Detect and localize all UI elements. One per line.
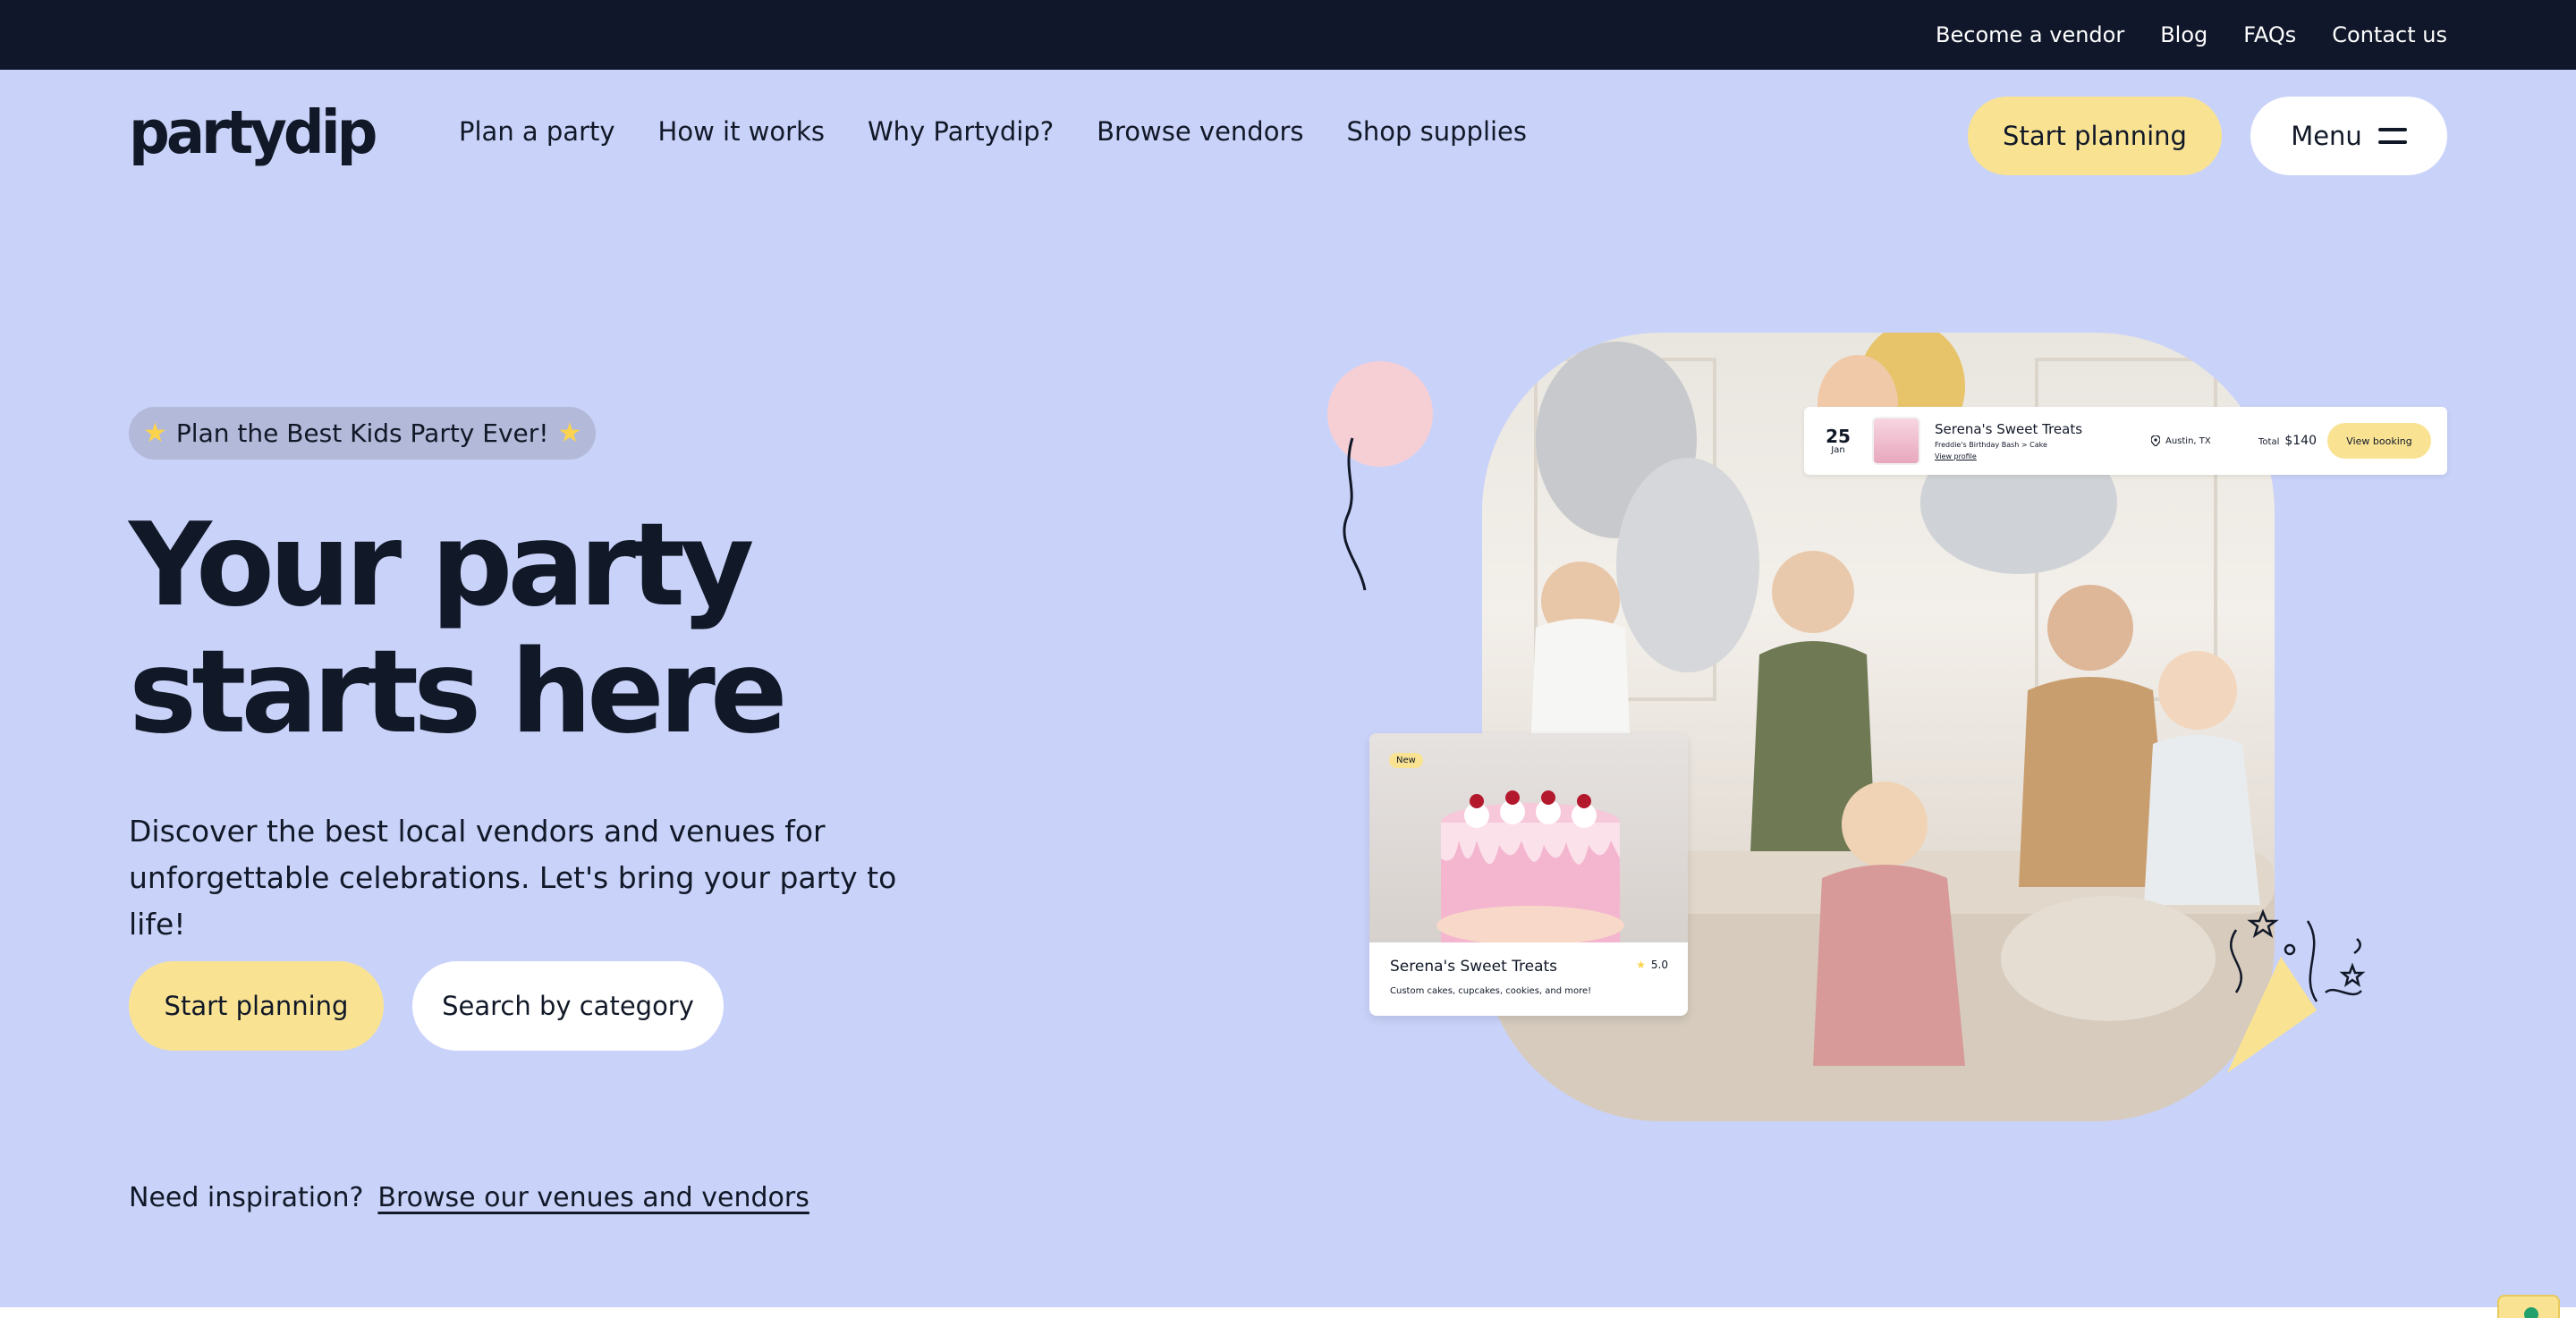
nav-browse-vendors[interactable]: Browse vendors xyxy=(1097,116,1303,147)
nav-why-partydip[interactable]: Why Partydip? xyxy=(868,116,1054,147)
menu-button[interactable]: Menu xyxy=(2250,97,2447,175)
new-badge: New xyxy=(1389,753,1423,768)
booking-day: 25 xyxy=(1826,425,1851,447)
main-nav: Plan a party How it works Why Partydip? … xyxy=(459,116,1527,147)
nav-plan-a-party[interactable]: Plan a party xyxy=(459,116,615,147)
view-profile-link[interactable]: View profile xyxy=(1935,452,2131,460)
contact-link[interactable]: Contact us xyxy=(2332,22,2447,47)
booking-total: Total $140 xyxy=(2258,434,2317,448)
faqs-link[interactable]: FAQs xyxy=(2243,22,2296,47)
chat-widget-icon[interactable] xyxy=(2497,1295,2560,1318)
vendor-description: Custom cakes, cupcakes, cookies, and mor… xyxy=(1390,986,1592,996)
booking-event: Freddie's Birthday Bash > Cake xyxy=(1935,441,2047,449)
hamburger-icon xyxy=(2377,128,2407,144)
utility-links: Become a vendor Blog FAQs Contact us xyxy=(1936,0,2447,70)
cake-thumbnail xyxy=(1872,417,1920,465)
star-icon: ★ xyxy=(557,418,582,449)
vendor-card[interactable]: New Serena's Sweet Treats ★ 5.0 Custom c… xyxy=(1369,733,1688,1016)
blog-link[interactable]: Blog xyxy=(2160,22,2207,47)
hero-start-planning-button[interactable]: Start planning xyxy=(129,961,384,1051)
location-pin-icon xyxy=(2151,435,2160,446)
booking-total-label: Total xyxy=(2258,437,2280,447)
next-section-edge xyxy=(0,1307,2576,1318)
booking-vendor-name: Serena's Sweet Treats xyxy=(1935,421,2083,437)
nav-shop-supplies[interactable]: Shop supplies xyxy=(1346,116,1527,147)
booking-date: 25 Jan xyxy=(1820,427,1856,455)
pill-text: Plan the Best Kids Party Ever! xyxy=(175,418,549,448)
subtext-line-2: unforgettable celebrations. Let's bring … xyxy=(129,860,897,942)
nav-how-it-works[interactable]: How it works xyxy=(658,116,825,147)
confetti-decoration xyxy=(2227,908,2366,1073)
become-vendor-link[interactable]: Become a vendor xyxy=(1936,22,2124,47)
vendor-rating-value: 5.0 xyxy=(1650,959,1668,971)
top-utility-bar: Become a vendor Blog FAQs Contact us xyxy=(0,0,2576,70)
booking-location: Austin, TX xyxy=(2151,435,2250,446)
view-booking-button[interactable]: View booking xyxy=(2327,423,2431,459)
menu-label: Menu xyxy=(2291,121,2362,151)
hero-headline: Your party starts here xyxy=(129,503,1113,756)
logo[interactable]: partydip xyxy=(129,98,377,168)
inspiration-prefix: Need inspiration? xyxy=(129,1182,364,1213)
booking-total-value: $140 xyxy=(2284,434,2317,448)
cake-image: New xyxy=(1369,733,1688,945)
search-by-category-button[interactable]: Search by category xyxy=(412,961,724,1051)
browse-venues-link[interactable]: Browse our venues and vendors xyxy=(377,1182,809,1213)
header-start-planning-button[interactable]: Start planning xyxy=(1968,97,2222,175)
inspiration-row: Need inspiration? Browse our venues and … xyxy=(129,1182,809,1213)
balloon-string-decoration xyxy=(1343,437,1367,591)
subtext-line-1: Discover the best local vendors and venu… xyxy=(129,814,826,849)
booking-location-text: Austin, TX xyxy=(2165,435,2211,446)
headline-line-2: starts here xyxy=(129,626,788,759)
hero-tagline-pill: ★ Plan the Best Kids Party Ever! ★ xyxy=(129,407,597,460)
booking-card: 25 Jan Serena's Sweet Treats Freddie's B… xyxy=(1804,407,2447,475)
headline-line-1: Your party xyxy=(129,499,754,632)
vendor-rating: ★ 5.0 xyxy=(1636,959,1668,971)
booking-info: Serena's Sweet Treats Freddie's Birthday… xyxy=(1935,421,2131,460)
hero-subtext: Discover the best local vendors and venu… xyxy=(129,808,934,948)
vendor-name: Serena's Sweet Treats xyxy=(1390,958,1558,976)
star-icon: ★ xyxy=(143,418,167,449)
star-icon: ★ xyxy=(1636,959,1646,971)
